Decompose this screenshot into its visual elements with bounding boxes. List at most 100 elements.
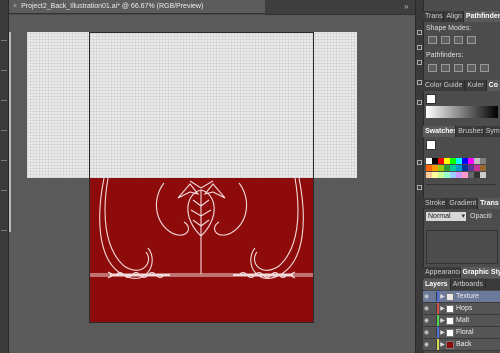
swatch-tabs: Swatches Brushes Sym (423, 126, 500, 137)
swatch-row (426, 165, 486, 171)
panel-dock: Trans Align Pathfinder Shape Modes: Path… (415, 0, 500, 353)
stroke-tabs: Stroke Gradient Trans (423, 198, 500, 209)
blend-mode-select[interactable]: Normal (426, 212, 466, 221)
lock-toggle[interactable] (430, 316, 437, 325)
panel-icon[interactable] (417, 30, 422, 35)
canvas[interactable] (9, 15, 415, 353)
panel-icon[interactable] (417, 45, 422, 50)
document-tab[interactable]: × Project2_Back_Illustration01.ai* @ 66.… (9, 0, 265, 14)
artboard-boundary (89, 32, 314, 323)
appearance-tabs: Appearance Graphic Styl (423, 267, 500, 278)
layer-thumbnail (446, 340, 454, 349)
panel-icon[interactable] (417, 80, 422, 85)
tab-transparency[interactable]: Trans (478, 198, 500, 209)
lock-toggle[interactable] (430, 304, 437, 313)
trim-button[interactable] (441, 64, 450, 72)
tab-layers[interactable]: Layers (423, 279, 451, 290)
tab-align[interactable]: Align (444, 11, 464, 22)
layer-row[interactable]: ◉ ▶ Back (423, 339, 500, 351)
crop-button[interactable] (467, 64, 476, 72)
visibility-eye-icon[interactable]: ◉ (423, 341, 430, 348)
tab-appearance[interactable]: Appearance (423, 267, 461, 278)
expand-triangle-icon[interactable]: ▶ (439, 293, 446, 300)
fill-swatch[interactable] (426, 94, 436, 104)
tab-transform[interactable]: Trans (423, 11, 445, 22)
layer-thumbnail (446, 292, 454, 301)
tab-stroke[interactable]: Stroke (423, 198, 448, 209)
tab-graphic-styles[interactable]: Graphic Styl (460, 267, 500, 278)
tab-artboards[interactable]: Artboards (451, 279, 486, 290)
swatch-row (426, 158, 486, 164)
expand-triangle-icon[interactable]: ▶ (439, 305, 446, 312)
shape-modes-label: Shape Modes: (426, 25, 472, 32)
visibility-eye-icon[interactable]: ◉ (423, 293, 430, 300)
swatch-row (426, 172, 486, 178)
tab-gradient[interactable]: Gradient (447, 198, 479, 209)
close-tab-icon[interactable]: × (13, 3, 17, 10)
tab-brushes[interactable]: Brushes (456, 126, 484, 137)
tab-color[interactable]: Co (486, 80, 500, 91)
layer-row[interactable]: ◉ ▶ Texture (423, 291, 500, 303)
tab-color-guide[interactable]: Color Guide (423, 80, 466, 91)
panel-icon[interactable] (417, 60, 422, 65)
tab-kuler[interactable]: Kuler (465, 80, 487, 91)
transparency-preview (426, 230, 498, 264)
tools-panel (0, 0, 9, 353)
exclude-button[interactable] (467, 36, 476, 44)
pathfinders-label: Pathfinders: (426, 52, 464, 59)
layer-thumbnail (446, 328, 454, 337)
swatch-controls (426, 184, 496, 191)
expand-triangle-icon[interactable]: ▶ (439, 329, 446, 336)
minus-front-button[interactable] (441, 36, 450, 44)
ruler-strip (9, 32, 11, 232)
visibility-eye-icon[interactable]: ◉ (423, 317, 430, 324)
expand-triangle-icon[interactable]: ▶ (439, 341, 446, 348)
expand-triangle-icon[interactable]: ▶ (439, 317, 446, 324)
intersect-button[interactable] (454, 36, 463, 44)
layer-name: Back (456, 341, 472, 348)
color-ramp[interactable] (426, 106, 498, 118)
panel-icon[interactable] (417, 185, 422, 190)
panel-icon[interactable] (417, 160, 422, 165)
layer-name: Malt (456, 317, 470, 324)
tool-icon[interactable] (1, 160, 7, 161)
tool-icon[interactable] (1, 70, 7, 71)
layers-tabs: Layers Artboards (423, 279, 500, 290)
opacity-label: Opaciti (470, 213, 492, 220)
tab-symbols[interactable]: Sym (484, 126, 500, 137)
layer-thumbnail (446, 316, 454, 325)
color-tabs: Color Guide Kuler Co (423, 80, 500, 91)
lock-toggle[interactable] (430, 292, 437, 301)
tool-icon[interactable] (1, 100, 7, 101)
visibility-eye-icon[interactable]: ◉ (423, 329, 430, 336)
lock-toggle[interactable] (430, 340, 437, 349)
unite-button[interactable] (428, 36, 437, 44)
fill-stroke-icon[interactable] (1, 230, 7, 231)
merge-button[interactable] (454, 64, 463, 72)
tool-icon[interactable] (1, 40, 7, 41)
layer-name: Hops (456, 305, 473, 312)
tool-icon[interactable] (1, 190, 7, 191)
color-swatch[interactable] (480, 165, 486, 171)
collapse-panels-icon[interactable]: » (404, 2, 408, 11)
color-swatch[interactable] (480, 172, 486, 178)
outline-button[interactable] (480, 64, 489, 72)
tool-icon[interactable] (1, 130, 7, 131)
lock-toggle[interactable] (430, 328, 437, 337)
swatch-fill-indicator[interactable] (426, 140, 436, 150)
layer-row[interactable]: ◉ ▶ Floral (423, 327, 500, 339)
visibility-eye-icon[interactable]: ◉ (423, 305, 430, 312)
layer-name: Texture (456, 293, 479, 300)
layer-name: Floral (456, 329, 474, 336)
document-title: Project2_Back_Illustration01.ai* @ 66.67… (21, 3, 204, 10)
layer-row[interactable]: ◉ ▶ Hops (423, 303, 500, 315)
tab-swatches[interactable]: Swatches (423, 126, 457, 137)
pathfinder-tabs: Trans Align Pathfinder (423, 11, 500, 22)
panel-icon[interactable] (417, 100, 422, 105)
color-swatch[interactable] (480, 158, 486, 164)
tab-pathfinder[interactable]: Pathfinder (463, 11, 500, 22)
tab-strip (265, 0, 415, 15)
divide-button[interactable] (428, 64, 437, 72)
layer-thumbnail (446, 304, 454, 313)
layer-row[interactable]: ◉ ▶ Malt (423, 315, 500, 327)
